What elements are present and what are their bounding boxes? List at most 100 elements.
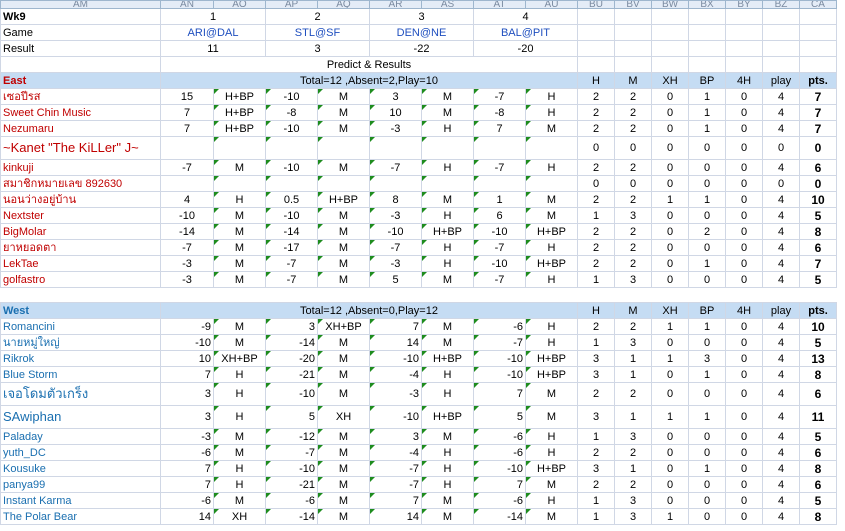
pick-result[interactable]: H [525,334,578,351]
pick-margin[interactable]: -10 [369,223,422,240]
score-value[interactable]: 0 [688,444,726,461]
score-value[interactable]: 2 [614,88,652,105]
game-name[interactable]: BAL@PIT [473,24,578,41]
score-value[interactable]: 4 [762,334,800,351]
player-name[interactable]: ~Kanet "The KiLLer" J~ [0,136,161,160]
game-name[interactable]: DEN@NE [369,24,474,41]
pick-margin[interactable]: 14 [369,334,422,351]
empty-cell[interactable] [265,287,318,303]
score-header-2[interactable]: M [614,72,652,89]
score-value[interactable]: 2 [614,120,652,137]
pick-result[interactable]: M [213,318,266,335]
pick-result[interactable]: M [525,191,578,208]
pick-result[interactable]: M [317,159,370,176]
score-value[interactable]: 4 [762,191,800,208]
pick-result[interactable]: H [213,382,266,406]
score-value[interactable]: 4 [762,223,800,240]
pick-margin[interactable]: 3 [160,382,214,406]
pick-result[interactable]: H [421,366,474,383]
empty-cell[interactable] [688,287,726,303]
empty-cell[interactable] [725,56,763,73]
pick-result[interactable]: H [525,239,578,256]
pick-result[interactable] [421,136,474,160]
game-number[interactable]: 2 [265,8,370,25]
pick-result[interactable]: H [525,444,578,461]
empty-cell[interactable] [688,8,726,25]
points[interactable]: 11 [799,405,837,429]
score-value[interactable]: 0 [725,492,763,509]
score-value[interactable]: 4 [762,318,800,335]
score-value[interactable]: 3 [577,366,615,383]
pick-margin[interactable]: -3 [369,382,422,406]
pick-margin[interactable]: -7 [369,460,422,477]
pick-result[interactable]: M [213,223,266,240]
pick-margin[interactable]: -10 [265,207,318,224]
empty-cell[interactable] [762,56,800,73]
score-value[interactable]: 0 [725,271,763,288]
pick-margin[interactable]: -7 [369,476,422,493]
score-value[interactable]: 0 [651,255,689,272]
pick-margin[interactable]: -6 [473,492,526,509]
pick-margin[interactable]: -7 [473,334,526,351]
score-value[interactable]: 4 [762,255,800,272]
empty-cell[interactable] [577,56,615,73]
player-name[interactable]: Instant Karma [0,492,161,509]
player-name[interactable]: golfastro [0,271,161,288]
score-value[interactable]: 0 [725,175,763,192]
game-name[interactable]: STL@SF [265,24,370,41]
empty-cell[interactable] [0,56,161,73]
empty-cell[interactable] [688,56,726,73]
pick-margin[interactable]: -9 [160,318,214,335]
pick-result[interactable]: M [525,382,578,406]
pick-margin[interactable]: -8 [265,104,318,121]
game-number[interactable]: 4 [473,8,578,25]
pick-margin[interactable]: -3 [369,207,422,224]
score-value[interactable]: 1 [614,460,652,477]
score-value[interactable]: 0 [725,382,763,406]
pick-margin[interactable]: -10 [265,460,318,477]
pick-margin[interactable]: 7 [369,492,422,509]
score-value[interactable]: 0 [725,207,763,224]
score-header-7[interactable]: pts. [799,302,837,319]
player-name[interactable]: kinkuji [0,159,161,176]
pick-result[interactable]: H [213,476,266,493]
pick-result[interactable]: H [421,460,474,477]
player-name[interactable]: Rikrok [0,350,161,367]
score-value[interactable]: 2 [577,318,615,335]
column-header-an[interactable]: AN [160,0,214,9]
pick-result[interactable]: M [421,271,474,288]
score-value[interactable]: 1 [577,428,615,445]
pick-margin[interactable]: -20 [265,350,318,367]
score-value[interactable]: 4 [762,508,800,525]
player-name[interactable]: panya99 [0,476,161,493]
score-value[interactable]: 1 [577,508,615,525]
points[interactable]: 0 [799,136,837,160]
pick-result[interactable]: M [213,239,266,256]
column-header-ap[interactable]: AP [265,0,318,9]
score-value[interactable]: 0 [725,476,763,493]
column-header-au[interactable]: AU [525,0,578,9]
empty-cell[interactable] [762,40,800,57]
pick-result[interactable]: M [213,492,266,509]
score-value[interactable]: 4 [762,428,800,445]
pick-result[interactable] [317,136,370,160]
pick-result[interactable]: M [421,318,474,335]
score-value[interactable]: 0 [725,405,763,429]
pick-result[interactable] [213,136,266,160]
pick-margin[interactable]: -7 [265,271,318,288]
pick-result[interactable] [525,175,578,192]
points[interactable]: 6 [799,444,837,461]
pick-margin[interactable]: 7 [160,120,214,137]
empty-cell[interactable] [577,24,615,41]
pick-margin[interactable]: -10 [473,366,526,383]
pick-result[interactable]: M [317,350,370,367]
pick-margin[interactable]: 10 [160,350,214,367]
score-value[interactable]: 0 [651,175,689,192]
week-label[interactable]: Wk9 [0,8,161,25]
empty-cell[interactable] [651,40,689,57]
empty-cell[interactable] [799,8,837,25]
score-value[interactable]: 2 [614,239,652,256]
score-value[interactable]: 0 [725,88,763,105]
score-value[interactable]: 0 [688,239,726,256]
score-value[interactable]: 2 [614,476,652,493]
